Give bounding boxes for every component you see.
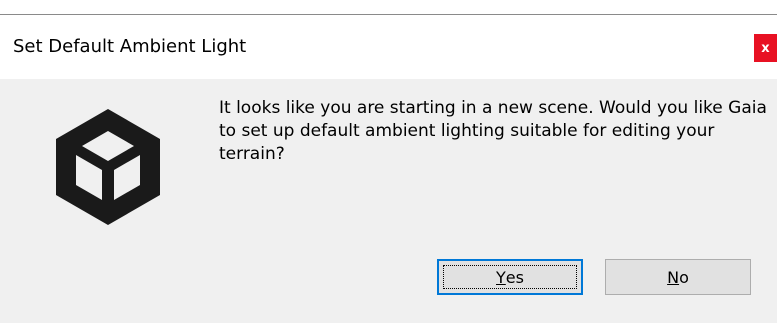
no-accelerator: N — [667, 267, 680, 287]
yes-label-rest: es — [505, 267, 524, 287]
close-button[interactable]: x — [754, 34, 777, 62]
unity-logo-icon — [56, 109, 160, 225]
close-icon: x — [761, 40, 770, 56]
no-button[interactable]: No — [605, 259, 751, 295]
yes-button[interactable]: Yes — [437, 259, 583, 295]
dialog-window: Set Default Ambient Light x It looks lik… — [0, 0, 777, 323]
title-bar[interactable]: Set Default Ambient Light x — [0, 15, 777, 79]
window-title: Set Default Ambient Light — [13, 36, 247, 57]
no-label-rest: o — [679, 267, 689, 287]
message-text: It looks like you are starting in a new … — [219, 98, 767, 164]
dialog-content: It looks like you are starting in a new … — [0, 79, 777, 323]
yes-accelerator: Y — [496, 267, 506, 287]
